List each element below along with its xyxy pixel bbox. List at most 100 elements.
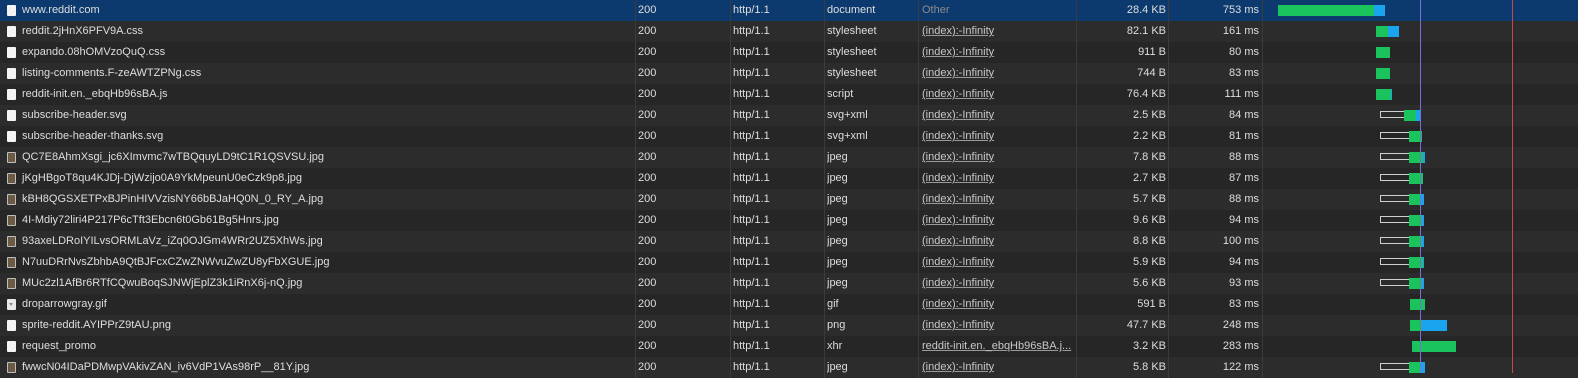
request-row[interactable]: listing-comments.F-zeAWTZPNg.css 200 http/… bbox=[0, 63, 1578, 84]
request-initiator[interactable]: (index):-Infinity bbox=[922, 214, 994, 226]
request-name-cell[interactable]: MUc2zl1AfBr6RTfCQwuBoqSJNWjEplZ3k1iRnX6j… bbox=[0, 273, 634, 294]
request-status-cell: 200 bbox=[638, 252, 730, 273]
waterfall-queue-bar bbox=[1380, 363, 1409, 370]
column-divider bbox=[730, 168, 731, 189]
request-initiator[interactable]: (index):-Infinity bbox=[922, 67, 994, 79]
column-divider bbox=[1262, 147, 1263, 168]
request-name: reddit-init.en._ebqHb96sBA.js bbox=[22, 88, 168, 100]
request-type-cell: document bbox=[827, 0, 917, 21]
request-row[interactable]: N7uuDRrNvsZbhbA9QtBJFcxCZwZNWvuZwZU8yFbX… bbox=[0, 252, 1578, 273]
request-initiator-cell[interactable]: (index):-Infinity bbox=[922, 63, 1076, 84]
request-time-cell: 83 ms bbox=[1170, 63, 1259, 84]
request-name-cell[interactable]: 4I-Mdiy72liri4P217P6cTft3Ebcn6t0Gb61Bg5H… bbox=[0, 210, 634, 231]
request-name-cell[interactable]: N7uuDRrNvsZbhbA9QtBJFcxCZwZNWvuZwZU8yFbX… bbox=[0, 252, 634, 273]
request-initiator[interactable]: (index):-Infinity bbox=[922, 298, 994, 310]
request-type-cell: jpeg bbox=[827, 189, 917, 210]
request-name-cell[interactable]: www.reddit.com bbox=[0, 0, 634, 21]
request-row[interactable]: expando.08hOMVzoQuQ.css 200 http/1.1 styles… bbox=[0, 42, 1578, 63]
request-name-cell[interactable]: expando.08hOMVzoQuQ.css bbox=[0, 42, 634, 63]
request-initiator-cell[interactable]: (index):-Infinity bbox=[922, 273, 1076, 294]
request-row[interactable]: MUc2zl1AfBr6RTfCQwuBoqSJNWjEplZ3k1iRnX6j… bbox=[0, 273, 1578, 294]
request-initiator[interactable]: (index):-Infinity bbox=[922, 235, 994, 247]
column-divider bbox=[918, 147, 919, 168]
request-initiator[interactable]: (index):-Infinity bbox=[922, 46, 994, 58]
request-initiator-cell[interactable]: (index):-Infinity bbox=[922, 210, 1076, 231]
request-initiator[interactable]: (index):-Infinity bbox=[922, 172, 994, 184]
request-name-cell[interactable]: subscribe-header-thanks.svg bbox=[0, 126, 634, 147]
request-initiator-cell: Other bbox=[922, 0, 1076, 21]
request-name-cell[interactable]: jKgHBgoT8qu4KJDj-DjWzijo0A9YkMpeunU0eCzk… bbox=[0, 168, 634, 189]
request-row[interactable]: www.reddit.com 200 http/1.1 document Other 28… bbox=[0, 0, 1578, 21]
request-size: 47.7 KB bbox=[1126, 319, 1166, 331]
column-divider bbox=[730, 357, 731, 378]
column-divider bbox=[918, 168, 919, 189]
request-initiator-cell[interactable]: (index):-Infinity bbox=[922, 21, 1076, 42]
request-initiator-cell[interactable]: (index):-Infinity bbox=[922, 294, 1076, 315]
request-name-cell[interactable]: kBH8QGSXETPxBJPinHIVVzisNY66bBJaHQ0N_0_R… bbox=[0, 189, 634, 210]
column-divider bbox=[1168, 336, 1169, 357]
request-initiator-cell[interactable]: (index):-Infinity bbox=[922, 42, 1076, 63]
request-name-cell[interactable]: sprite-reddit.AYIPPrZ9tAU.png bbox=[0, 315, 634, 336]
column-divider bbox=[918, 105, 919, 126]
request-row[interactable]: request_promo 200 http/1.1 xhr reddit-init.e… bbox=[0, 336, 1578, 357]
request-initiator-cell[interactable]: (index):-Infinity bbox=[922, 126, 1076, 147]
request-type-cell: stylesheet bbox=[827, 21, 917, 42]
request-row[interactable]: fwwcN04IDaPDMwpVAkivZAN_iv6VdP1VAs98rP__… bbox=[0, 357, 1578, 378]
request-status-cell: 200 bbox=[638, 21, 730, 42]
column-divider bbox=[730, 294, 731, 315]
request-row[interactable]: QC7E8AhmXsgi_jc6XImvmc7wTBQquyLD9tC1R1QS… bbox=[0, 147, 1578, 168]
column-divider bbox=[1168, 63, 1169, 84]
request-name-cell[interactable]: 93axeLDRoIYILvsORMLaVz_iZq0OJGm4WRr2UZ5X… bbox=[0, 231, 634, 252]
request-row[interactable]: droparrowgray.gif 200 http/1.1 gif (index):-… bbox=[0, 294, 1578, 315]
request-initiator[interactable]: (index):-Infinity bbox=[922, 88, 994, 100]
request-status-cell: 200 bbox=[638, 84, 730, 105]
request-name-cell[interactable]: subscribe-header.svg bbox=[0, 105, 634, 126]
request-initiator[interactable]: (index):-Infinity bbox=[922, 277, 994, 289]
request-initiator[interactable]: (index):-Infinity bbox=[922, 256, 994, 268]
request-row[interactable]: 4I-Mdiy72liri4P217P6cTft3Ebcn6t0Gb61Bg5H… bbox=[0, 210, 1578, 231]
request-initiator[interactable]: (index):-Infinity bbox=[922, 193, 994, 205]
request-name-cell[interactable]: reddit.2jHnX6PFV9A.css bbox=[0, 21, 634, 42]
request-name-cell[interactable]: QC7E8AhmXsgi_jc6XImvmc7wTBQquyLD9tC1R1QS… bbox=[0, 147, 634, 168]
column-divider bbox=[635, 252, 636, 273]
request-row[interactable]: jKgHBgoT8qu4KJDj-DjWzijo0A9YkMpeunU0eCzk… bbox=[0, 168, 1578, 189]
request-initiator-cell[interactable]: (index):-Infinity bbox=[922, 147, 1076, 168]
request-row[interactable]: 93axeLDRoIYILvsORMLaVz_iZq0OJGm4WRr2UZ5X… bbox=[0, 231, 1578, 252]
request-row[interactable]: sprite-reddit.AYIPPrZ9tAU.png 200 http/1.1… bbox=[0, 315, 1578, 336]
request-initiator-cell[interactable]: (index):-Infinity bbox=[922, 315, 1076, 336]
request-initiator-cell[interactable]: (index):-Infinity bbox=[922, 357, 1076, 378]
document-icon bbox=[7, 110, 16, 121]
request-initiator-cell[interactable]: (index):-Infinity bbox=[922, 252, 1076, 273]
request-initiator[interactable]: (index):-Infinity bbox=[922, 319, 994, 331]
request-time: 88 ms bbox=[1229, 193, 1259, 205]
request-time: 100 ms bbox=[1222, 235, 1259, 247]
waterfall-queue-bar bbox=[1380, 216, 1409, 223]
request-size: 9.6 KB bbox=[1132, 214, 1166, 226]
request-row[interactable]: kBH8QGSXETPxBJPinHIVVzisNY66bBJaHQ0N_0_R… bbox=[0, 189, 1578, 210]
request-name-cell[interactable]: reddit-init.en._ebqHb96sBA.js bbox=[0, 84, 634, 105]
request-row[interactable]: reddit.2jHnX6PFV9A.css 200 http/1.1 stylesh… bbox=[0, 21, 1578, 42]
request-initiator[interactable]: (index):-Infinity bbox=[922, 361, 994, 373]
request-initiator-cell[interactable]: (index):-Infinity bbox=[922, 231, 1076, 252]
request-row[interactable]: reddit-init.en._ebqHb96sBA.js 200 http/1.1… bbox=[0, 84, 1578, 105]
column-divider bbox=[918, 231, 919, 252]
request-initiator-cell[interactable]: (index):-Infinity bbox=[922, 84, 1076, 105]
request-initiator-cell[interactable]: (index):-Infinity bbox=[922, 189, 1076, 210]
request-protocol: http/1.1 bbox=[733, 67, 770, 79]
request-initiator-cell[interactable]: (index):-Infinity bbox=[922, 105, 1076, 126]
request-initiator[interactable]: (index):-Infinity bbox=[922, 151, 994, 163]
request-name-cell[interactable]: listing-comments.F-zeAWTZPNg.css bbox=[0, 63, 634, 84]
request-initiator-cell[interactable]: reddit-init.en._ebqHb96sBA.j... bbox=[922, 336, 1076, 357]
request-row[interactable]: subscribe-header-thanks.svg 200 http/1.1 sv… bbox=[0, 126, 1578, 147]
request-name-cell[interactable]: droparrowgray.gif bbox=[0, 294, 634, 315]
request-protocol: http/1.1 bbox=[733, 46, 770, 58]
request-size: 76.4 KB bbox=[1126, 88, 1166, 100]
request-name-cell[interactable]: request_promo bbox=[0, 336, 634, 357]
request-initiator-cell[interactable]: (index):-Infinity bbox=[922, 168, 1076, 189]
request-initiator[interactable]: (index):-Infinity bbox=[922, 25, 994, 37]
request-name-cell[interactable]: fwwcN04IDaPDMwpVAkivZAN_iv6VdP1VAs98rP__… bbox=[0, 357, 634, 378]
request-initiator[interactable]: (index):-Infinity bbox=[922, 109, 994, 121]
request-initiator[interactable]: reddit-init.en._ebqHb96sBA.j... bbox=[922, 340, 1071, 352]
request-row[interactable]: subscribe-header.svg 200 http/1.1 svg+xml (i… bbox=[0, 105, 1578, 126]
request-initiator[interactable]: (index):-Infinity bbox=[922, 130, 994, 142]
